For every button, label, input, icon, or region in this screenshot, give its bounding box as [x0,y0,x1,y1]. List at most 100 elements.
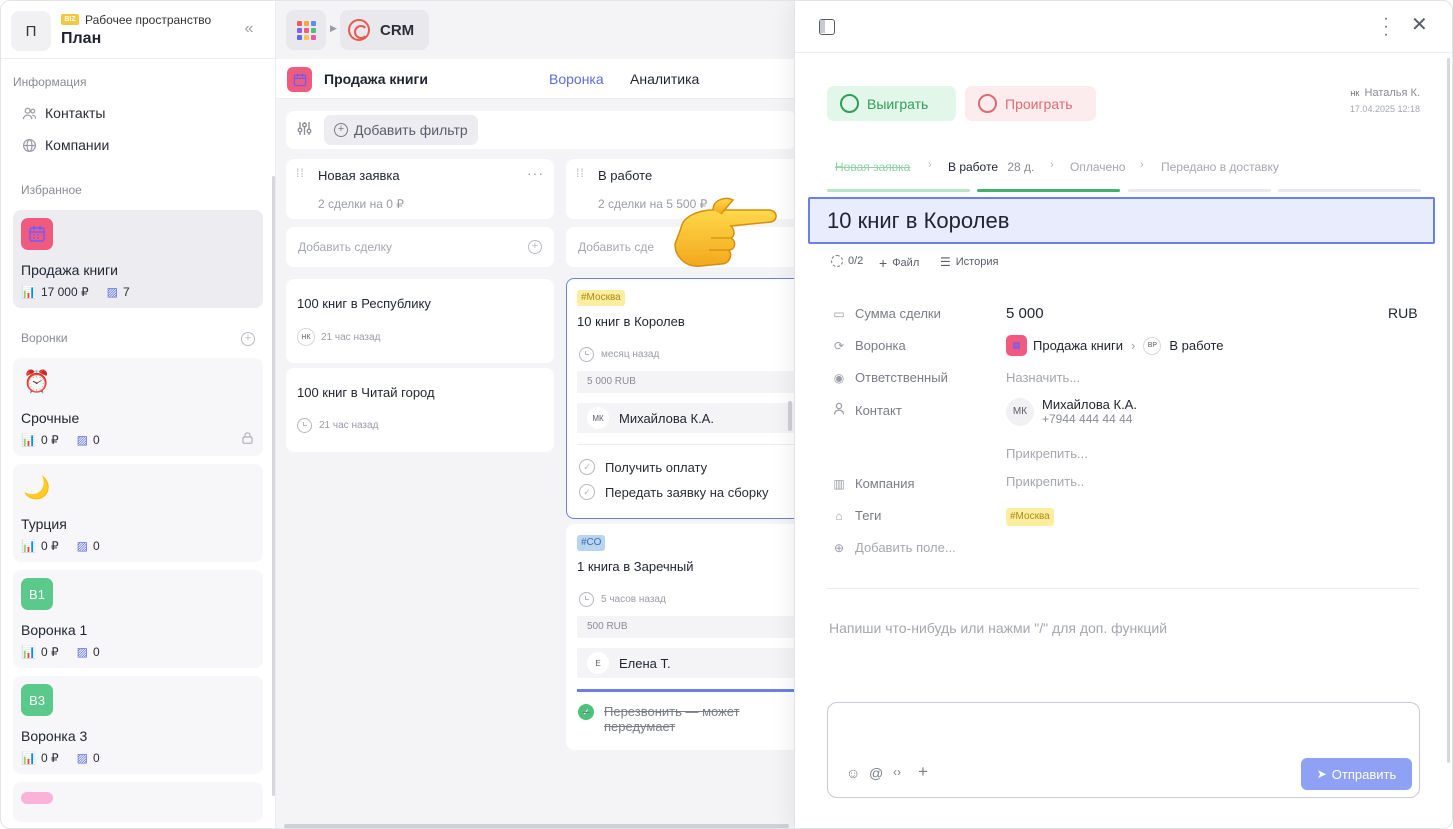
panel-resize-handle[interactable] [788,401,792,431]
stage-paid[interactable]: Оплачено [1070,160,1125,174]
add-filter-label: Добавить фильтр [354,122,468,138]
checklist-button[interactable]: 0/2 [831,255,863,267]
field-responsible-input[interactable]: Назначить... [1006,370,1080,385]
add-deal-icon[interactable]: + [528,240,542,254]
lose-button[interactable]: Проиграть [965,86,1096,121]
task-item-done[interactable]: ✓ Перезвонить — может передумает [578,704,778,734]
app-name: CRM [380,21,415,39]
contacts-icon [21,105,37,121]
sidebar-item-companies[interactable]: Компании [21,134,109,156]
plus-icon[interactable]: + [918,762,928,782]
add-field-button[interactable]: ⊕ Добавить поле... [831,540,956,555]
sidebar-scrollbar[interactable] [272,176,275,796]
column-title: В работе [598,168,653,183]
history-button[interactable]: ☰ История [940,255,998,269]
section-favorites-title: Избранное [21,183,82,197]
favorite-funnel-card[interactable]: Продажа книги 📊 17 000 ₽ ▨ 7 [13,210,263,308]
clock-icon [579,592,594,607]
column-header-new[interactable]: ⁞⁞ Новая заявка 2 сделки на 0 ₽ ··· [286,159,554,219]
mention-icon[interactable]: @ [869,765,883,781]
toggle-sidebar-icon[interactable] [819,19,835,35]
add-deal-row[interactable]: Добавить сделку + [286,227,554,267]
stage-delivery[interactable]: Передано в доставку [1161,160,1279,174]
apps-grid-button[interactable] [286,10,326,50]
check-circle-icon[interactable]: ✓ [579,459,595,475]
check-circle-icon[interactable]: ✓ [579,484,595,500]
stage-in-progress[interactable]: В работе 28 д. [948,160,1034,174]
funnel-card-partial[interactable] [13,782,263,822]
funnel-stats: 📊 17 000 ₽ ▨ 7 [21,285,130,299]
comment-composer[interactable]: ☺ @ ‹› + ➤ Отправить [827,702,1420,798]
more-vertical-icon[interactable]: · · · [1381,11,1391,43]
attach-company-input[interactable]: Прикрепить.. [1006,474,1084,489]
check-circle-icon[interactable]: ✓ [578,704,594,720]
send-button[interactable]: ➤ Отправить [1301,758,1412,790]
chart-icon: 📊 [21,285,36,299]
attach-contact-input[interactable]: Прикрепить... [1006,446,1088,461]
code-icon[interactable]: ‹› [893,765,901,779]
funnel-stats: 📊 0 ₽ ▨ 0 [21,645,100,659]
more-icon[interactable]: ··· [527,165,544,181]
deal-title-input[interactable]: 10 книг в Королев [808,197,1435,244]
task-item[interactable]: ✓ Получить оплату [579,459,707,475]
field-funnel-label: ⟳ Воронка [831,338,906,353]
comment-placeholder[interactable]: Напиши что-нибудь или нажми "/" для доп.… [829,620,1167,636]
responsible-name: Елена Т. [619,655,671,671]
history-label: История [955,256,999,268]
filter-sliders-icon[interactable] [296,120,313,141]
funnel-badge: В3 [21,684,53,716]
collapse-sidebar-icon[interactable]: « [239,19,259,39]
funnel-value-text: Продажа книги [1033,338,1124,353]
deal-meta: НК 21 час назад [297,328,380,346]
task-item[interactable]: ✓ Передать заявку на сборку [579,484,768,500]
author-initials: НК [1350,91,1360,98]
deal-responsible[interactable]: Е Елена Т. [577,648,827,678]
progress-circle-icon [831,255,843,267]
author-date: 17.04.2025 12:18 [1349,104,1420,114]
column-summary: 2 сделки на 0 ₽ [318,197,404,211]
funnel-amount: 17 000 ₽ [40,285,89,299]
add-file-button[interactable]: + Файл [879,255,919,271]
sidebar-item-contacts[interactable]: Контакты [21,102,105,124]
deal-tag: #СО [577,535,606,551]
column-title: Новая заявка [318,168,400,183]
close-icon[interactable]: ✕ [1411,15,1428,35]
funnel-count: 0 [92,433,100,447]
field-amount-value[interactable]: 5 000 [1006,305,1044,322]
tab-funnel[interactable]: Воронка [549,71,604,87]
funnel-card-funnel3[interactable]: В3 Воронка 3 📊 0 ₽ ▨ 0 [13,676,263,774]
win-button[interactable]: Выиграть [827,86,956,121]
funnel-card-turkey[interactable]: 🌙 Турция 📊 0 ₽ ▨ 0 [13,464,263,562]
field-funnel-value[interactable]: ▦ Продажа книги › ВР В работе [1006,335,1224,356]
section-funnels-title: Воронки [21,331,68,345]
tab-analytics[interactable]: Аналитика [630,71,699,87]
deal-tag-moscow[interactable]: #Москва [1006,508,1054,526]
deal-detail-panel: · · · ✕ Выиграть Проиграть НК Наталья К. 17… [794,1,1452,828]
funnel-card-funnel1[interactable]: В1 Воронка 1 📊 0 ₽ ▨ 0 [13,570,263,668]
deal-meta: месяц назад [579,347,659,362]
field-contact-value[interactable]: МК Михайлова К.А. +7944 444 44 44 [1006,397,1137,426]
funnel-card-urgent[interactable]: ⏰ Срочные 📊 0 ₽ ▨ 0 [13,358,263,456]
stage-new[interactable]: Новая заявка [835,160,910,174]
building-icon: ▥ [833,476,845,491]
task-label: Перезвонить — может передумает [604,704,740,734]
add-funnel-icon[interactable]: + [241,332,255,346]
deal-card[interactable]: 100 книг в Читай город 21 час назад [286,368,554,452]
drag-handle-icon[interactable]: ⁞⁞ [576,167,585,179]
panel-scrollbar[interactable] [1447,58,1450,763]
workspace-header[interactable]: П BIZ Рабочее пространство План « [1,1,276,59]
stage-progress-done [827,189,970,192]
emoji-icon[interactable]: ☺ [846,765,860,781]
drag-handle-icon[interactable]: ⁞⁞ [296,167,305,179]
deal-title: 1 книга в Заречный [577,559,694,574]
task-label: Передать заявку на сборку [605,484,769,500]
add-filter-button[interactable]: + Добавить фильтр [324,115,478,145]
deal-card[interactable]: 100 книг в Республику НК 21 час назад [286,279,554,363]
companies-icon [21,137,37,153]
workspace-avatar[interactable]: П [11,11,51,51]
crm-app-button[interactable]: CRM [340,10,429,50]
label-text: Добавить поле... [855,540,956,555]
funnel-name: Турция [21,516,67,532]
field-currency[interactable]: RUB [1388,305,1418,321]
board-scrollbar[interactable] [284,824,789,828]
